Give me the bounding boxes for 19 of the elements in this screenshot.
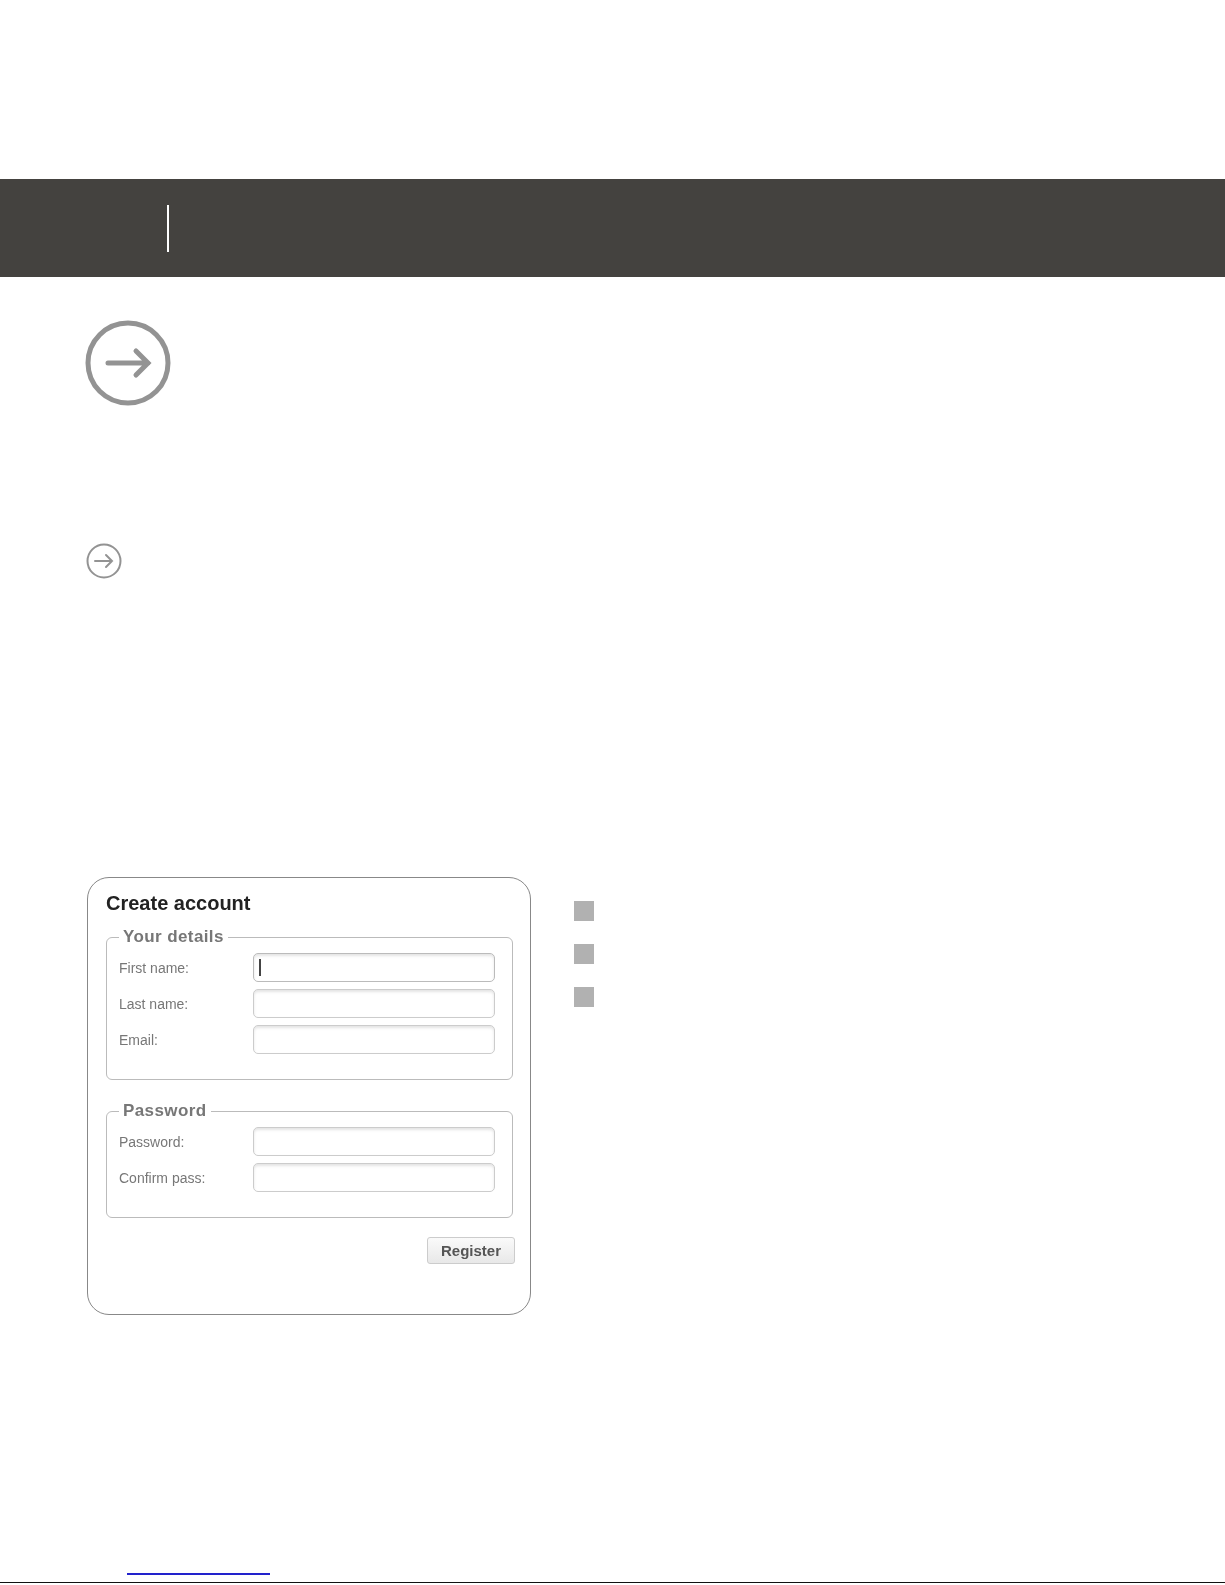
form-title: Create account: [106, 892, 252, 915]
input-field[interactable]: [253, 1163, 495, 1192]
square-bullet-icon: [574, 987, 594, 1007]
section-legend: Password: [119, 1101, 211, 1121]
section-legend: Your details: [119, 927, 228, 947]
square-bullet-icon: [574, 944, 594, 964]
arrow-right-circle-icon[interactable]: [86, 543, 122, 579]
input-field[interactable]: [253, 989, 495, 1018]
field-label: Email:: [119, 1031, 159, 1048]
field-label: Password:: [119, 1133, 186, 1150]
input-field[interactable]: [253, 1025, 495, 1054]
field-label: Last name:: [119, 995, 190, 1012]
field-label: Confirm pass:: [119, 1169, 207, 1186]
square-bullet-icon: [574, 901, 594, 921]
input-field[interactable]: [253, 1127, 495, 1156]
arrow-right-circle-icon: [85, 320, 171, 406]
field-label: First name:: [119, 959, 190, 976]
register-button[interactable]: Register: [426, 1237, 515, 1264]
input-field[interactable]: [253, 953, 495, 982]
